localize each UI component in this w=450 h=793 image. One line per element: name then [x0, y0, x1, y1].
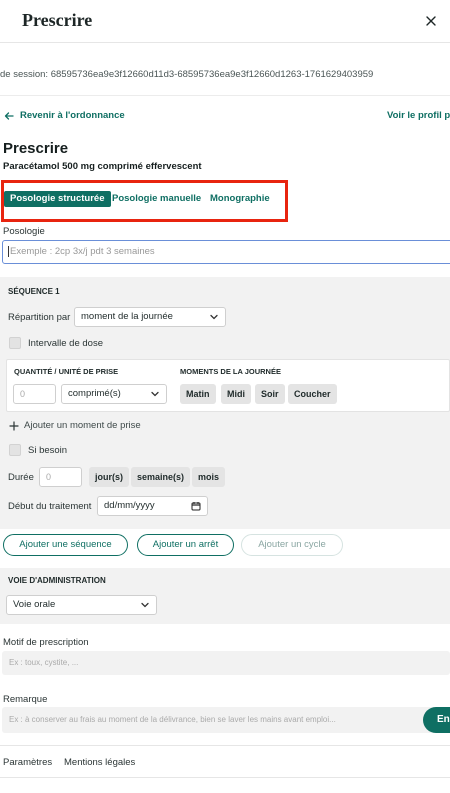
- plus-icon: [9, 420, 19, 431]
- si-besoin-label: Si besoin: [28, 445, 68, 456]
- si-besoin-checkbox[interactable]: [9, 444, 21, 456]
- repartition-value: moment de la journée: [81, 311, 173, 322]
- debut-date-input[interactable]: dd/mm/yyyy: [97, 496, 208, 516]
- duree-mois-chip[interactable]: mois: [192, 467, 226, 487]
- add-stop-button[interactable]: Ajouter un arrêt: [137, 534, 234, 556]
- duree-label: Durée: [8, 472, 34, 483]
- motif-label: Motif de prescription: [3, 637, 89, 648]
- interval-checkbox[interactable]: [9, 337, 21, 349]
- tab-monographie[interactable]: Monographie: [210, 191, 270, 207]
- back-link-label: Revenir à l'ordonnance: [20, 110, 125, 121]
- section-title: Prescrire: [3, 140, 69, 157]
- tab-posologie-structuree[interactable]: Posologie structurée: [4, 191, 111, 207]
- duree-jours-chip[interactable]: jour(s): [89, 467, 129, 487]
- moment-midi-chip[interactable]: Midi: [221, 384, 251, 404]
- debut-label: Début du traitement: [8, 501, 92, 512]
- session-id-text: de session: 68595736ea9e3f12660d11d3-685…: [0, 69, 374, 80]
- motif-input[interactable]: Ex : toux, cystite, ...: [2, 651, 450, 675]
- voie-title: VOIE D'ADMINISTRATION: [8, 576, 106, 585]
- repartition-select[interactable]: moment de la journée: [74, 307, 226, 327]
- remarque-label: Remarque: [3, 694, 48, 705]
- moment-matin-chip[interactable]: Matin: [180, 384, 216, 404]
- chevron-down-icon: [151, 391, 159, 397]
- posologie-label: Posologie: [3, 226, 45, 237]
- footer-link-mentions-legales[interactable]: Mentions légales: [64, 757, 135, 768]
- header-divider: [0, 42, 450, 43]
- session-divider: [0, 95, 450, 96]
- view-profile-link[interactable]: Voir le profil pa: [387, 110, 450, 121]
- quantity-caption: QUANTITÉ / UNITÉ DE PRISE: [14, 367, 119, 376]
- add-moment-label: Ajouter un moment de prise: [24, 420, 141, 431]
- tab-posologie-manuelle[interactable]: Posologie manuelle: [112, 191, 201, 207]
- unit-value: comprimé(s): [68, 388, 121, 399]
- moments-caption: MOMENTS DE LA JOURNÉE: [180, 367, 281, 376]
- voie-select[interactable]: Voie orale: [6, 595, 157, 615]
- drug-name: Paracétamol 500 mg comprimé effervescent: [3, 161, 202, 172]
- unit-select[interactable]: comprimé(s): [61, 384, 167, 404]
- submit-button[interactable]: En: [423, 707, 450, 733]
- chevron-down-icon: [210, 314, 218, 320]
- arrow-left-icon: [4, 111, 14, 120]
- add-cycle-button[interactable]: Ajouter un cycle: [241, 534, 343, 556]
- voie-value: Voie orale: [13, 599, 56, 610]
- footer-link-parametres[interactable]: Paramètres: [3, 757, 52, 768]
- footer-divider: [0, 745, 450, 746]
- close-icon[interactable]: [424, 14, 438, 28]
- posologie-input[interactable]: Exemple : 2cp 3x/j pdt 3 semaines: [2, 240, 450, 264]
- posologie-placeholder: Exemple : 2cp 3x/j pdt 3 semaines: [10, 246, 155, 257]
- chevron-down-icon: [141, 602, 149, 608]
- interval-label: Intervalle de dose: [28, 338, 103, 349]
- moment-coucher-chip[interactable]: Coucher: [288, 384, 337, 404]
- text-cursor: [8, 245, 9, 257]
- back-to-prescription-link[interactable]: Revenir à l'ordonnance: [4, 110, 125, 121]
- panel-title: Prescrire: [22, 10, 93, 30]
- repartition-label: Répartition par: [8, 312, 71, 323]
- add-sequence-button[interactable]: Ajouter une séquence: [3, 534, 128, 556]
- remarque-input[interactable]: Ex : à conserver au frais au moment de l…: [2, 707, 442, 733]
- footer-bottom-divider: [0, 777, 450, 778]
- moment-soir-chip[interactable]: Soir: [255, 384, 285, 404]
- debut-date-placeholder: dd/mm/yyyy: [104, 500, 155, 511]
- calendar-icon: [191, 502, 201, 511]
- duree-input[interactable]: 0: [39, 467, 82, 487]
- sequence-title: SÉQUENCE 1: [8, 287, 60, 296]
- duree-semaines-chip[interactable]: semaine(s): [131, 467, 191, 487]
- add-moment-button[interactable]: Ajouter un moment de prise: [9, 420, 141, 431]
- quantity-input[interactable]: 0: [13, 384, 56, 404]
